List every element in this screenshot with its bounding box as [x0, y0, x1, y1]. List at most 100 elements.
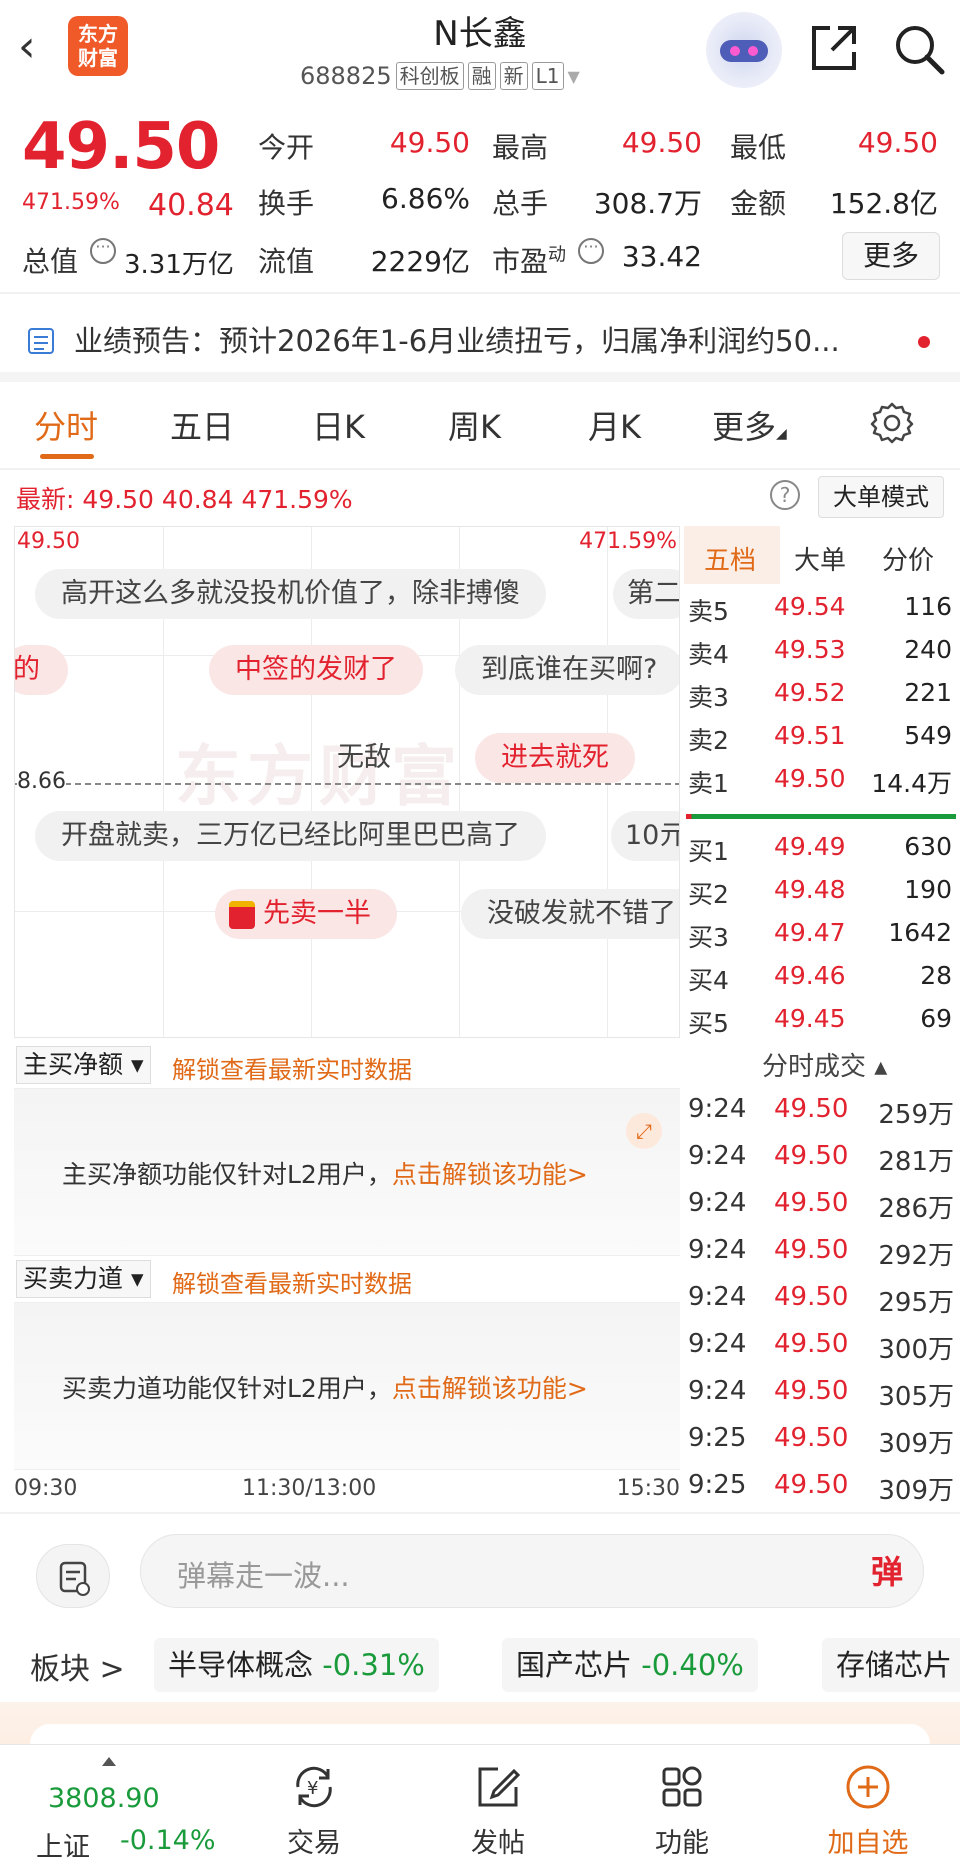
danmu-input[interactable]: 弹幕走一波... 弹 — [140, 1534, 924, 1608]
tick-list-title[interactable]: 分时成交 ▴ — [762, 1046, 887, 1083]
net-buy-select[interactable]: 主买净额 ▾ — [16, 1046, 151, 1084]
danmu-settings-icon[interactable] — [36, 1544, 110, 1608]
bid-row[interactable]: 买2 49.48 190 — [682, 869, 960, 912]
danmu-bubble[interactable]: 进去就死 — [475, 733, 635, 783]
send-danmu-button[interactable]: 弹 — [859, 1545, 915, 1599]
tab-daily-k[interactable]: 日K — [312, 402, 365, 448]
promo-strip — [0, 1702, 960, 1764]
tab-five-level[interactable]: 五档 — [704, 540, 756, 577]
unlock-link[interactable]: 解锁查看最新实时数据 — [172, 1264, 412, 1299]
tab-weekly-k[interactable]: 周K — [448, 402, 501, 448]
ask-row[interactable]: 卖4 49.53 240 — [682, 629, 960, 672]
tab-price-dist[interactable]: 分价 — [882, 540, 934, 577]
latest-text: 最新: 49.50 40.84 471.59% — [16, 485, 353, 514]
info-icon[interactable]: ··· — [90, 238, 116, 264]
chevron-down-icon[interactable]: ▼ — [568, 67, 580, 86]
ask-row[interactable]: 卖2 49.51 549 — [682, 715, 960, 758]
ask-row[interactable]: 卖5 49.54 116 — [682, 586, 960, 629]
ask-row[interactable]: 卖1 49.50 14.4万 — [682, 758, 960, 801]
bid-row[interactable]: 买1 49.49 630 — [682, 826, 960, 869]
tick-row[interactable]: 9:25 49.50 309万 — [682, 1413, 960, 1460]
nav-trade[interactable]: ¥ 交易 — [254, 1757, 374, 1860]
time-start: 09:30 — [14, 1476, 78, 1501]
pe-info-icon[interactable]: ··· — [578, 238, 604, 264]
search-icon[interactable] — [892, 22, 946, 76]
stock-code: 688825 — [300, 62, 392, 90]
chart-tabs: 分时 五日 日K 周K 月K 更多◢ — [0, 382, 960, 470]
intraday-chart[interactable]: 东方财富 49.50 471.59% 8.66 高开这么多就没投机价值了，除非搏… — [14, 526, 680, 1038]
tab-big-order[interactable]: 大单 — [794, 540, 846, 577]
danmu-bubble[interactable]: 没破发就不错了 — [461, 889, 679, 939]
danmu-bubble[interactable]: 中签的发财了 — [209, 645, 423, 695]
sector-name: 存储芯片 — [836, 1648, 953, 1682]
row-price: 49.50 — [774, 764, 846, 793]
big-order-mode-button[interactable]: 大单模式 — [818, 476, 944, 518]
tick-list[interactable]: 分时成交 ▴ 9:24 49.50 259万 9:24 49.50 281万 9:24 4… — [682, 1040, 960, 1510]
nav-add-watch[interactable]: 加自选 — [808, 1757, 928, 1860]
tick-row[interactable]: 9:24 49.50 259万 — [682, 1084, 960, 1131]
share-icon[interactable] — [808, 22, 860, 74]
row-price: 49.50 — [774, 1470, 849, 1500]
danmu-bubble[interactable]: 10亓 — [611, 811, 679, 861]
danmu-bubble[interactable]: 第二 — [613, 569, 679, 619]
nav-apps[interactable]: 功能 — [622, 1757, 742, 1860]
tick-row[interactable]: 9:24 49.50 286万 — [682, 1178, 960, 1225]
tick-row[interactable]: 9:24 49.50 295万 — [682, 1272, 960, 1319]
tick-row[interactable]: 9:24 49.50 292万 — [682, 1225, 960, 1272]
force-select[interactable]: 买卖力道 ▾ — [16, 1260, 151, 1298]
sector-chip[interactable]: 半导体概念 -0.31% — [154, 1638, 439, 1692]
danmu-bubble[interactable]: 的 — [15, 645, 68, 695]
ask-row[interactable]: 卖3 49.52 221 — [682, 672, 960, 715]
tick-row[interactable]: 9:24 49.50 305万 — [682, 1366, 960, 1413]
nav-post[interactable]: 发帖 — [438, 1757, 558, 1860]
tick-row[interactable]: 9:25 49.50 309万 — [682, 1460, 960, 1507]
index-name[interactable]: 上证 — [36, 1825, 90, 1864]
earnings-notice[interactable]: 业绩预告：预计2026年1-6月业绩扭亏，归属净利润约50... — [0, 296, 960, 382]
top-bar: ‹ 东方 财富 N长鑫 688825 科创板 融 新 L1 ▼ — [0, 0, 960, 104]
sector-label[interactable]: 板块 > — [30, 1644, 125, 1688]
sector-chip[interactable]: 国产芯片 -0.40% — [502, 1638, 758, 1692]
danmu-bubble[interactable]: 高开这么多就没投机价值了，除非搏傻 — [35, 569, 546, 619]
level-tag[interactable]: L1 — [531, 62, 564, 90]
volume-value: 308.7万 — [593, 187, 702, 220]
index-pct[interactable]: -0.14% — [120, 1825, 216, 1856]
sector-pct: -0.40% — [641, 1648, 744, 1682]
row-label: 买2 — [688, 880, 729, 909]
danmu-bubble[interactable]: 到底谁在买啊? — [455, 645, 679, 695]
bid-row[interactable]: 买4 49.46 28 — [682, 955, 960, 998]
row-label: 卖1 — [688, 769, 729, 798]
tab-monthly-k[interactable]: 月K — [588, 402, 641, 448]
assistant-avatar[interactable] — [706, 12, 782, 88]
gear-icon[interactable] — [870, 400, 914, 444]
expand-icon[interactable]: ⤢ — [626, 1113, 662, 1149]
tab-five-day[interactable]: 五日 — [170, 402, 234, 448]
expand-up-icon[interactable] — [102, 1757, 116, 1766]
tab-more[interactable]: 更多◢ — [712, 402, 787, 448]
sector-bar: 板块 > 半导体概念 -0.31% 国产芯片 -0.40% 存储芯片 — [0, 1632, 960, 1702]
danmu-bubble[interactable]: 先卖一半 — [215, 889, 397, 939]
tab-intraday[interactable]: 分时 — [34, 402, 98, 448]
danmu-bubble[interactable]: 开盘就卖，三万亿已经比阿里巴巴高了 — [35, 811, 546, 861]
tick-row[interactable]: 9:24 49.50 281万 — [682, 1131, 960, 1178]
logo-line-1: 东方 — [78, 22, 118, 46]
row-price: 49.50 — [774, 1376, 849, 1406]
pe-value: 33.42 — [621, 240, 702, 273]
more-button[interactable]: 更多 — [842, 232, 940, 280]
row-label: 9:24 — [688, 1188, 747, 1218]
row-label: 9:25 — [688, 1423, 747, 1453]
tick-row[interactable]: 9:24 49.50 300万 — [682, 1319, 960, 1366]
bid-row[interactable]: 买3 49.47 1642 — [682, 912, 960, 955]
nav-trade-label: 交易 — [287, 1828, 341, 1859]
help-icon[interactable]: ? — [770, 480, 800, 510]
unlock-link[interactable]: 解锁查看最新实时数据 — [172, 1050, 412, 1085]
back-icon[interactable]: ‹ — [18, 22, 58, 72]
nav-post-label: 发帖 — [471, 1828, 525, 1859]
index-value[interactable]: 3808.90 — [48, 1783, 160, 1814]
row-label: 卖4 — [688, 640, 729, 669]
sector-chip[interactable]: 存储芯片 — [822, 1638, 960, 1692]
force-message[interactable]: 买卖力道功能仅针对L2用户，点击解锁该功能> — [62, 1369, 588, 1405]
danmu-bubble[interactable]: 无敌 — [311, 733, 417, 783]
turnover-value: 6.86% — [381, 182, 470, 215]
bid-row[interactable]: 买5 49.45 69 — [682, 998, 960, 1041]
net-buy-message[interactable]: 主买净额功能仅针对L2用户，点击解锁该功能> — [62, 1155, 588, 1191]
